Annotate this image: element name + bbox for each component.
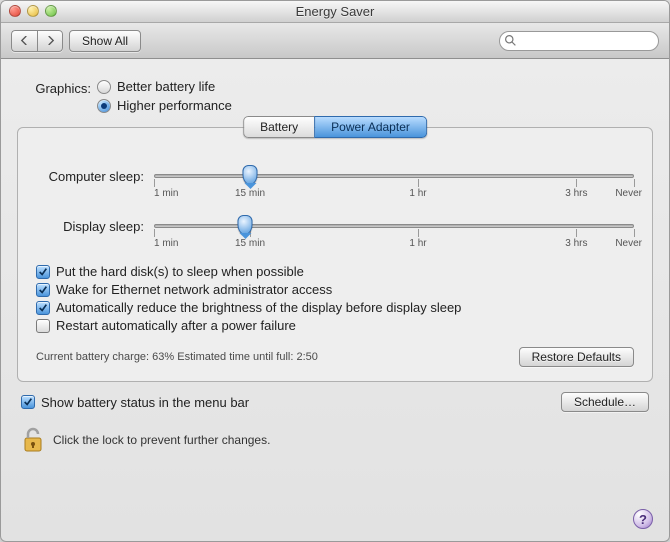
radio-label: Higher performance [117,98,232,113]
check-auto-dim[interactable]: Automatically reduce the brightness of t… [36,300,634,315]
close-window-button[interactable] [9,5,21,17]
tick-label: Never [615,238,642,249]
display-sleep-slider[interactable]: 1 min 15 min 1 hr 3 hrs Never [154,214,634,238]
tick-label: 3 hrs [565,188,587,199]
tick-label: 1 min [154,188,178,199]
tick-label: 3 hrs [565,238,587,249]
zoom-window-button[interactable] [45,5,57,17]
radio-icon [97,99,111,113]
check-label: Wake for Ethernet network administrator … [56,282,332,297]
tick-label: Never [615,188,642,199]
window-title: Energy Saver [296,4,375,19]
tick-label: 1 hr [409,188,426,199]
check-label: Put the hard disk(s) to sleep when possi… [56,264,304,279]
titlebar: Energy Saver [1,1,669,23]
checkbox-icon [36,319,50,333]
tick-label: 1 hr [409,238,426,249]
check-hd-sleep[interactable]: Put the hard disk(s) to sleep when possi… [36,264,634,279]
help-button[interactable]: ? [633,509,653,529]
computer-sleep-label: Computer sleep: [36,169,154,184]
toolbar: Show All [1,23,669,59]
show-all-button[interactable]: Show All [69,30,141,52]
radio-label: Better battery life [117,79,215,94]
power-settings-group: Battery Power Adapter Computer sleep: 1 … [17,127,653,382]
check-menubar-battery[interactable]: Show battery status in the menu bar [21,395,249,410]
radio-better-battery[interactable]: Better battery life [97,79,232,94]
checkbox-icon [36,265,50,279]
tick-label: 1 min [154,238,178,249]
minimize-window-button[interactable] [27,5,39,17]
search-icon [504,34,517,47]
checkbox-icon [36,283,50,297]
checkbox-icon [36,301,50,315]
slider-thumb[interactable] [243,165,258,185]
check-label: Automatically reduce the brightness of t… [56,300,461,315]
check-restart-power[interactable]: Restart automatically after a power fail… [36,318,634,333]
search-field[interactable] [499,31,659,51]
tick-label: 15 min [235,238,265,249]
back-button[interactable] [11,30,37,52]
computer-sleep-slider[interactable]: 1 min 15 min 1 hr 3 hrs Never [154,164,634,188]
battery-status-text: Current battery charge: 63% Estimated ti… [36,351,318,363]
nav-segment [11,30,63,52]
graphics-label: Graphics: [17,79,97,96]
display-sleep-label: Display sleep: [36,219,154,234]
tab-battery[interactable]: Battery [243,116,314,138]
checkbox-icon [21,395,35,409]
check-label: Show battery status in the menu bar [41,395,249,410]
tick-label: 15 min [235,188,265,199]
search-input[interactable] [521,33,670,49]
restore-defaults-button[interactable]: Restore Defaults [519,347,634,367]
radio-icon [97,80,111,94]
check-wake-ethernet[interactable]: Wake for Ethernet network administrator … [36,282,634,297]
lock-icon[interactable] [21,426,45,454]
forward-button[interactable] [37,30,63,52]
radio-higher-performance[interactable]: Higher performance [97,98,232,113]
lock-text: Click the lock to prevent further change… [53,433,270,447]
check-label: Restart automatically after a power fail… [56,318,296,333]
schedule-button[interactable]: Schedule… [561,392,649,412]
tab-power-adapter[interactable]: Power Adapter [314,116,427,138]
